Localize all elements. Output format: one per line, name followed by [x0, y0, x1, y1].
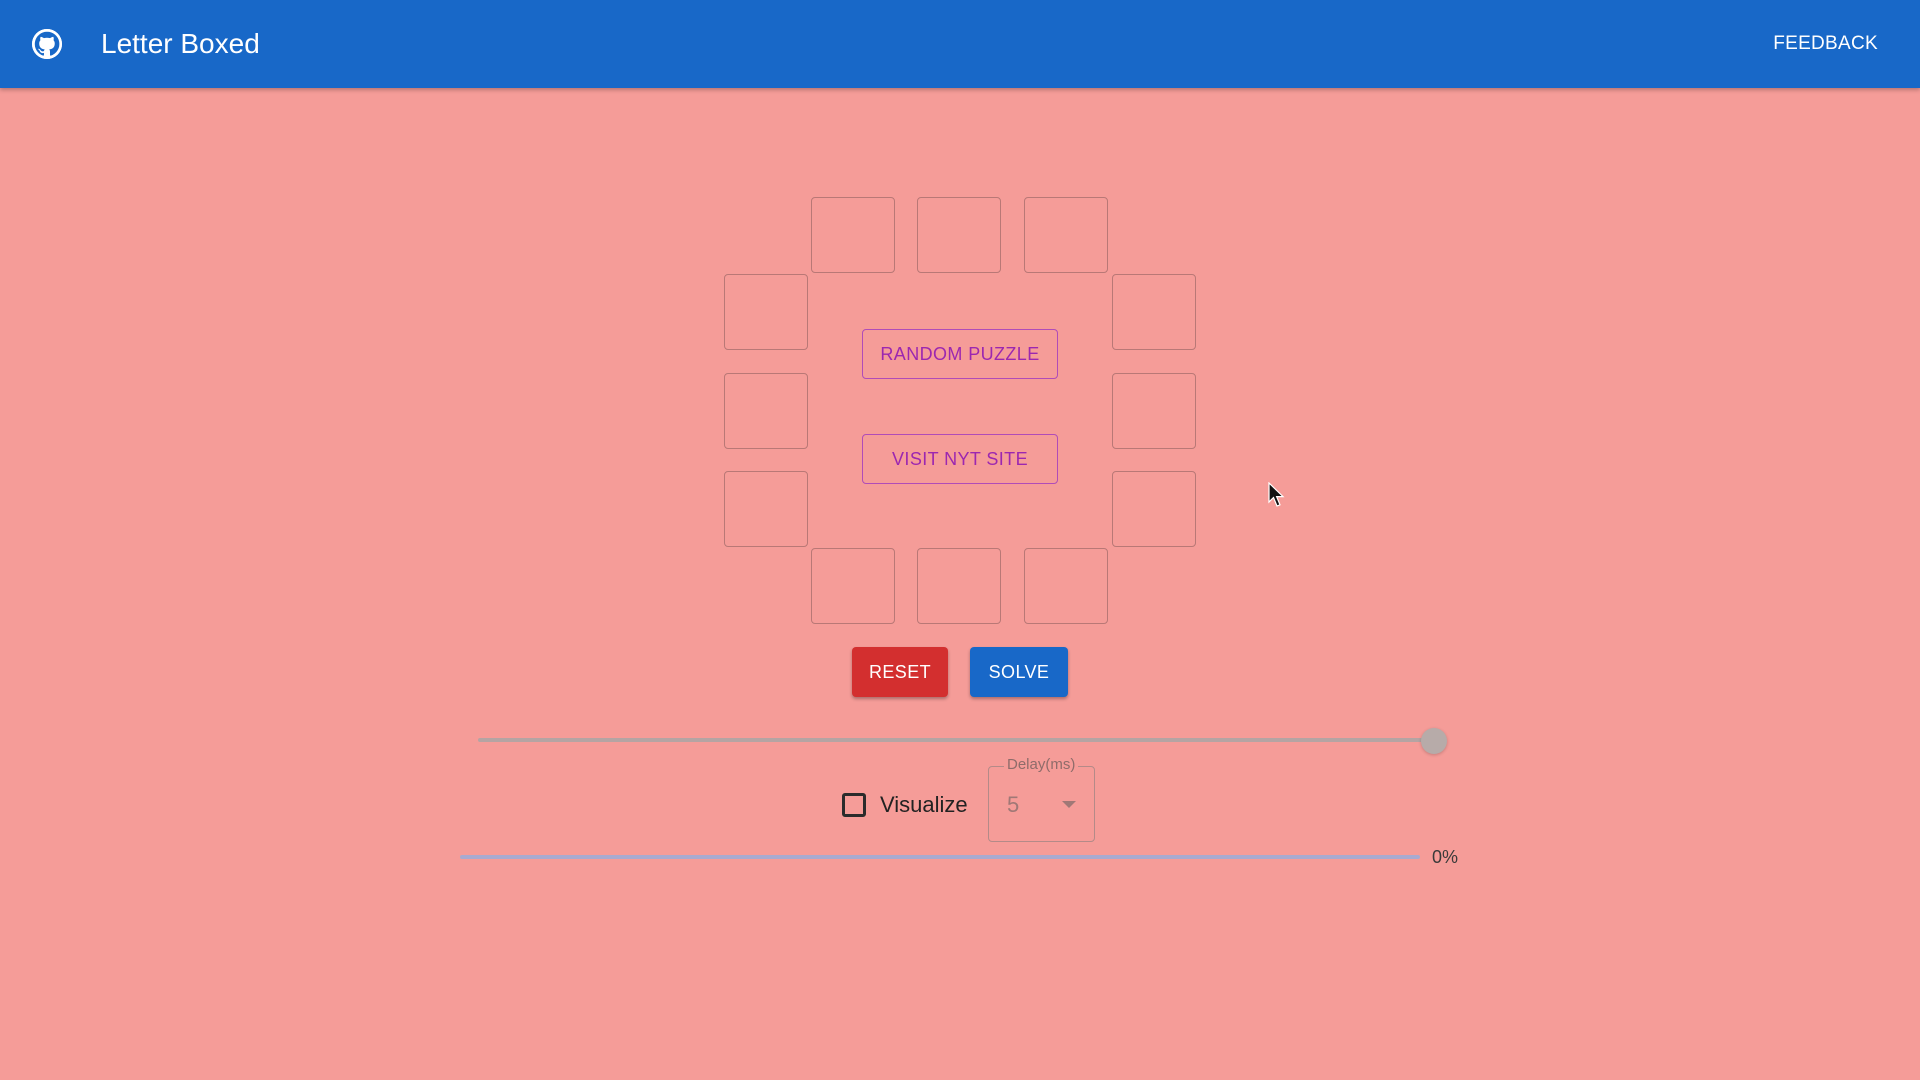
letter-box-left-2[interactable]	[724, 373, 808, 449]
delay-select[interactable]	[988, 766, 1095, 842]
feedback-button[interactable]: FEEDBACK	[1773, 31, 1878, 57]
letter-box-top-3[interactable]	[1024, 197, 1108, 273]
progress-percent: 0%	[1432, 847, 1459, 867]
letter-box-right-3[interactable]	[1112, 471, 1196, 547]
letter-box-top-2[interactable]	[917, 197, 1001, 273]
caret-down-icon	[1062, 801, 1076, 808]
delay-value: 5	[1007, 792, 1020, 817]
app-bar: Letter Boxed FEEDBACK	[0, 0, 1920, 88]
slider-track[interactable]	[478, 738, 1434, 742]
delay-label: Delay(ms)	[1004, 756, 1079, 774]
solve-button[interactable]: SOLVE	[970, 647, 1068, 697]
visualize-label: Visualize	[880, 792, 968, 817]
app-title: Letter Boxed	[101, 28, 260, 59]
letter-box-left-1[interactable]	[724, 274, 808, 350]
letter-box-top-1[interactable]	[811, 197, 895, 273]
letter-box-right-1[interactable]	[1112, 274, 1196, 350]
letter-box-right-2[interactable]	[1112, 373, 1196, 449]
letter-box-bottom-3[interactable]	[1024, 548, 1108, 624]
reset-button[interactable]: RESET	[852, 647, 948, 697]
progress-bar	[460, 855, 1420, 859]
visit-nyt-site-button[interactable]: VISIT NYT SITE	[862, 434, 1058, 484]
letter-box-bottom-1[interactable]	[811, 548, 895, 624]
visualize-checkbox[interactable]	[842, 793, 866, 817]
mouse-cursor-icon	[1268, 482, 1285, 507]
slider-thumb[interactable]	[1421, 728, 1447, 754]
github-icon[interactable]	[32, 29, 62, 59]
letter-box-left-3[interactable]	[724, 471, 808, 547]
random-puzzle-button[interactable]: RANDOM PUZZLE	[862, 329, 1058, 379]
letter-box-bottom-2[interactable]	[917, 548, 1001, 624]
